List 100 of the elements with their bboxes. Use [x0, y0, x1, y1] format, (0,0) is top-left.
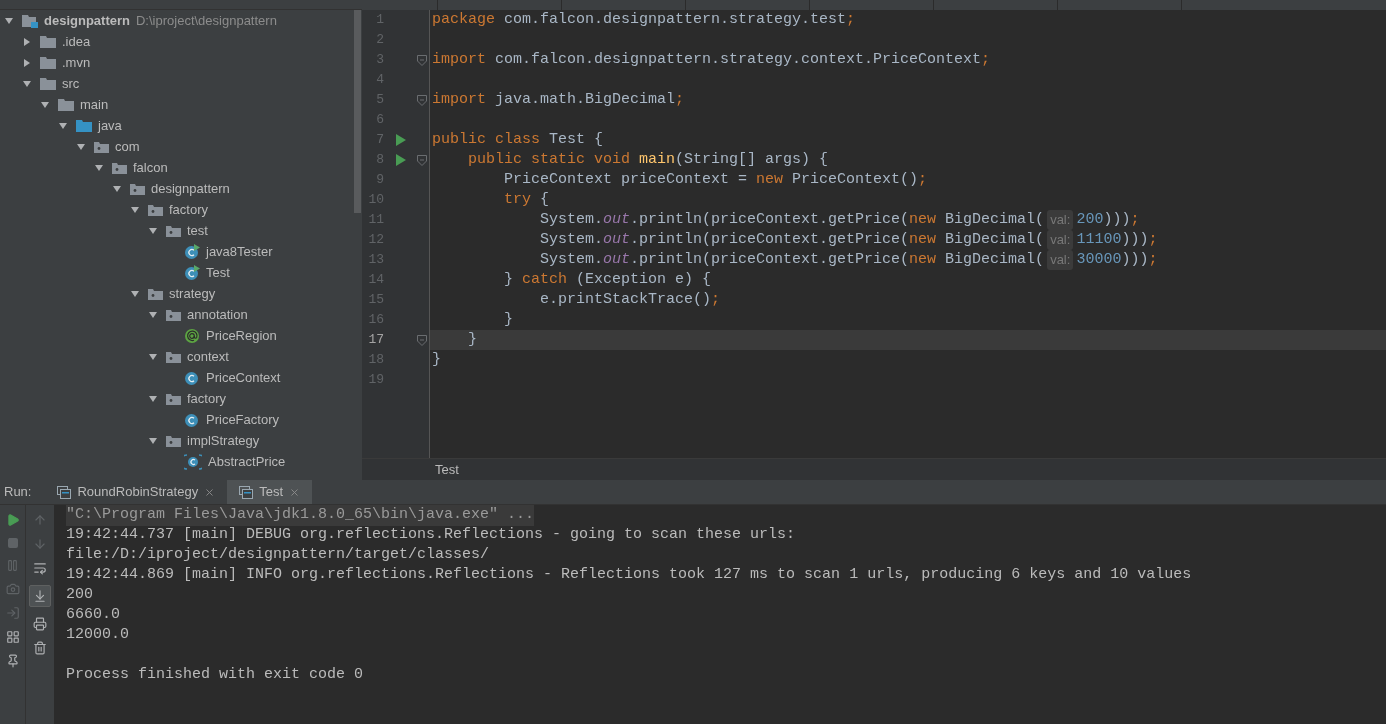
- code-token: .println(priceContext.getPrice(: [630, 229, 910, 250]
- fold-marker-icon[interactable]: [417, 94, 427, 106]
- package-folder-icon: [166, 434, 181, 447]
- run-icon[interactable]: [5, 513, 20, 527]
- code-token: (Exception e) {: [575, 269, 712, 290]
- run-tab-label[interactable]: Test: [259, 482, 283, 502]
- package-folder-icon: [148, 203, 163, 216]
- close-icon[interactable]: [289, 486, 300, 498]
- run-icon[interactable]: [396, 134, 406, 146]
- code-token: BigDecimal(: [945, 229, 1045, 250]
- soft-wrap-icon[interactable]: [33, 561, 47, 575]
- breadcrumb-item[interactable]: Test: [435, 459, 459, 480]
- tree-item[interactable]: src: [62, 73, 80, 94]
- project-path: D:\iproject\designpattern: [135, 11, 277, 30]
- expanded-caret-icon[interactable]: [148, 309, 158, 320]
- package-folder-icon: [148, 287, 163, 300]
- tree-item[interactable]: annotation: [187, 304, 248, 325]
- tree-item[interactable]: com: [115, 136, 140, 157]
- expanded-caret-icon[interactable]: [148, 435, 158, 446]
- print-icon[interactable]: [33, 617, 47, 631]
- scroll-to-end-button[interactable]: [29, 585, 51, 607]
- line-number: 17: [367, 331, 384, 350]
- code-token: out: [603, 249, 631, 270]
- code-token: new: [909, 229, 938, 250]
- console-line: 6660.0: [66, 604, 120, 625]
- folder-icon: [40, 56, 56, 69]
- tree-item[interactable]: designpattern: [151, 178, 230, 199]
- fold-marker-icon[interactable]: [417, 54, 427, 66]
- code-token: System.: [539, 209, 604, 230]
- package-folder-icon: [166, 392, 181, 405]
- code-token: new: [756, 169, 785, 190]
- tree-item[interactable]: falcon: [133, 157, 168, 178]
- tree-item[interactable]: PriceContext: [206, 367, 281, 388]
- class-icon: [184, 369, 200, 386]
- runnable-class-icon: [184, 243, 200, 260]
- expanded-caret-icon[interactable]: [130, 288, 140, 299]
- collapsed-caret-icon[interactable]: [22, 57, 32, 68]
- scrollbar-thumb[interactable]: [354, 10, 361, 213]
- folder-icon: [76, 119, 92, 132]
- tree-item[interactable]: factory: [169, 199, 208, 220]
- expanded-caret-icon[interactable]: [76, 141, 86, 152]
- abstract-class-icon: [184, 453, 202, 470]
- tree-item[interactable]: java8Tester: [206, 241, 273, 262]
- pin-icon[interactable]: [5, 654, 20, 668]
- run-tab[interactable]: Test: [227, 480, 312, 504]
- tree-item[interactable]: test: [187, 220, 208, 241]
- code-token: System.: [539, 229, 604, 250]
- parameter-hint: val:: [1047, 230, 1074, 250]
- console-icon: [239, 485, 254, 499]
- expanded-caret-icon[interactable]: [130, 204, 140, 215]
- tree-item[interactable]: .idea: [62, 31, 91, 52]
- tree-item[interactable]: AbstractPrice: [208, 451, 286, 472]
- tree-item[interactable]: PriceFactory: [206, 409, 279, 430]
- tree-item[interactable]: designpattern: [44, 10, 130, 31]
- run-icon[interactable]: [396, 154, 406, 166]
- folder-icon: [58, 98, 74, 111]
- folder-icon: [40, 35, 56, 48]
- package-folder-icon: [112, 161, 127, 174]
- parameter-hint: val:: [1047, 250, 1074, 270]
- console-line: 19:42:44.869 [main] INFO org.reflections.Reflections - Reflections took 127 ms to scan 1 urls, producing 6 keys and 10 values: [66, 564, 1192, 585]
- tree-item[interactable]: .mvn: [62, 52, 91, 73]
- tree-item[interactable]: PriceRegion: [206, 325, 277, 346]
- expanded-caret-icon[interactable]: [4, 15, 14, 26]
- console-line: 12000.0: [66, 624, 129, 645]
- tree-item[interactable]: java: [98, 115, 122, 136]
- run-tab[interactable]: RoundRobinStrategy: [45, 480, 228, 504]
- tree-item[interactable]: context: [187, 346, 229, 367]
- parameter-hint: val:: [1047, 210, 1074, 230]
- close-icon[interactable]: [204, 486, 216, 498]
- expanded-caret-icon[interactable]: [148, 393, 158, 404]
- tree-item[interactable]: implStrategy: [187, 430, 260, 451]
- tree-item[interactable]: main: [80, 94, 109, 115]
- expanded-caret-icon[interactable]: [148, 225, 158, 236]
- fold-marker-icon[interactable]: [417, 334, 427, 346]
- trash-icon[interactable]: [33, 641, 47, 655]
- layout-icon[interactable]: [5, 630, 20, 644]
- expanded-caret-icon[interactable]: [40, 99, 50, 110]
- code-token: ;: [981, 49, 991, 70]
- expanded-caret-icon[interactable]: [58, 120, 68, 131]
- tree-item[interactable]: strategy: [169, 283, 216, 304]
- expanded-caret-icon[interactable]: [94, 162, 104, 173]
- annotation-icon: [184, 327, 200, 344]
- tree-item[interactable]: Test: [206, 262, 230, 283]
- expanded-caret-icon[interactable]: [148, 351, 158, 362]
- code-token: }: [503, 309, 513, 330]
- run-panel-label: Run:: [3, 483, 33, 502]
- run-tab-label[interactable]: RoundRobinStrategy: [77, 482, 199, 502]
- code-token: ))): [1103, 209, 1131, 230]
- code-token: PriceContext priceContext =: [503, 169, 749, 190]
- code-token: }: [503, 269, 514, 290]
- expanded-caret-icon[interactable]: [112, 183, 122, 194]
- code-token: public class: [432, 129, 542, 150]
- tree-item[interactable]: factory: [187, 388, 226, 409]
- code-token: public static void: [467, 149, 632, 170]
- console-line: file:/D:/iproject/designpattern/target/classes/: [66, 544, 490, 565]
- collapsed-caret-icon[interactable]: [22, 36, 32, 47]
- expanded-caret-icon[interactable]: [22, 78, 32, 89]
- code-token: java.math.BigDecimal: [494, 89, 676, 110]
- fold-marker-icon[interactable]: [417, 154, 427, 166]
- code-token: 200: [1076, 209, 1104, 230]
